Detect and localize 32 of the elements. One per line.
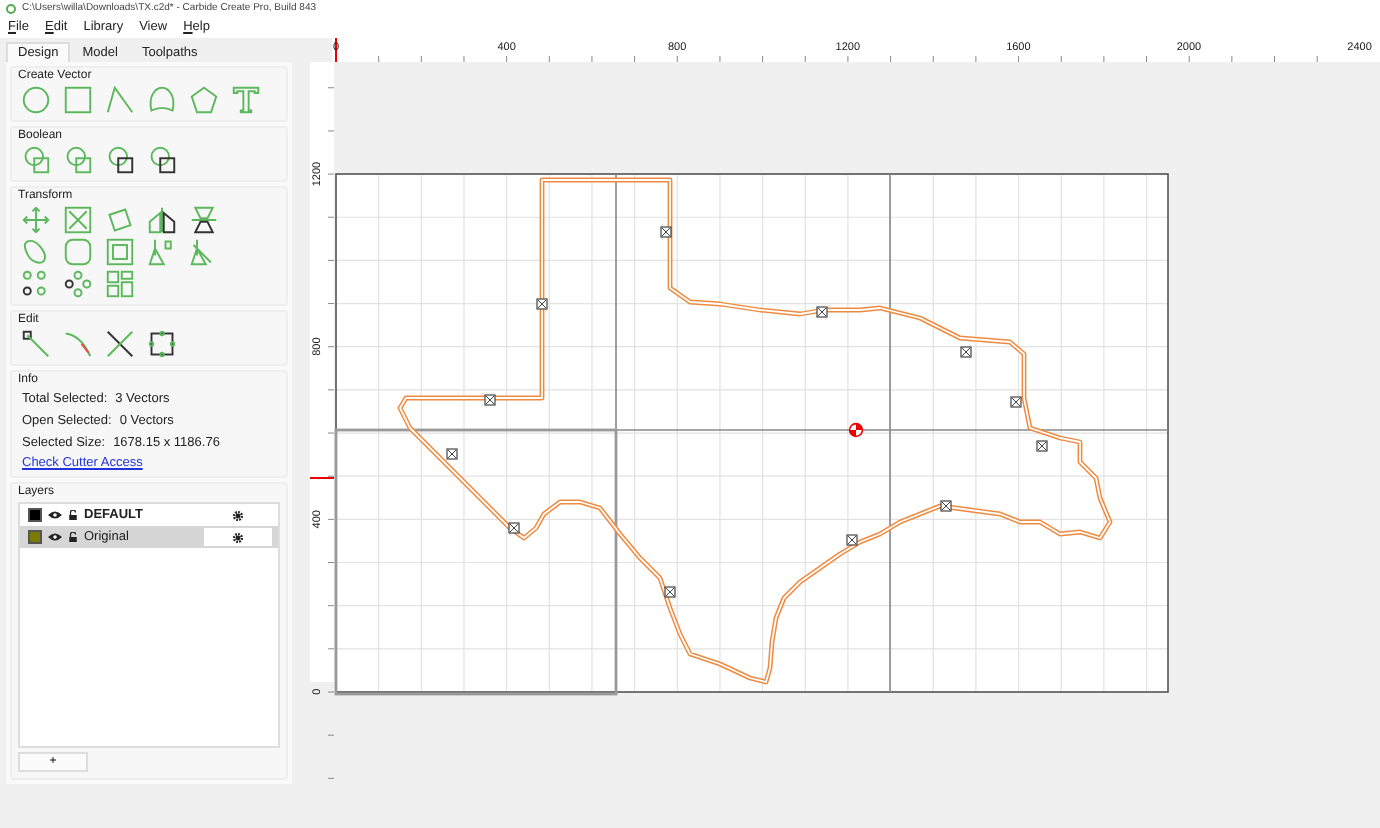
boolean-icon[interactable]: [106, 146, 134, 174]
boolean-icon[interactable]: [148, 146, 176, 174]
lock-icon[interactable]: [68, 510, 78, 520]
selection-handle-icon[interactable]: [664, 586, 676, 598]
trim-icon[interactable]: [64, 330, 92, 358]
app-logo-icon: [6, 3, 16, 13]
selection-handle-icon[interactable]: [960, 346, 972, 358]
selection-handle-icon[interactable]: [1036, 440, 1048, 452]
selection-handle-icon[interactable]: [846, 534, 858, 546]
layer-color-swatch[interactable]: [28, 508, 42, 522]
node-edit-icon[interactable]: [22, 330, 50, 358]
settings-button[interactable]: [204, 528, 272, 546]
selection-handle-icon[interactable]: [536, 298, 548, 310]
selection-handle-icon[interactable]: [508, 522, 520, 534]
eye-icon[interactable]: [48, 532, 62, 542]
center-marker-icon[interactable]: [848, 422, 864, 438]
eye-icon[interactable]: [48, 510, 62, 520]
selection-handle-icon[interactable]: [1010, 396, 1022, 408]
flip-icon[interactable]: [190, 206, 218, 234]
layer-color-swatch[interactable]: [28, 530, 42, 544]
lock-icon[interactable]: [68, 532, 78, 542]
box-nodes-icon[interactable]: [148, 330, 176, 358]
selection-handle-icon[interactable]: [940, 500, 952, 512]
selection-handle-icon[interactable]: [446, 448, 458, 460]
circle-array-icon[interactable]: [22, 270, 50, 298]
mirror-icon[interactable]: [148, 206, 176, 234]
scatter-circles-icon[interactable]: [64, 270, 92, 298]
cursor-marker: [309, 477, 335, 479]
selection-handle-icon[interactable]: [484, 394, 496, 406]
cut-lines-icon[interactable]: [106, 330, 134, 358]
selection-handle-icon[interactable]: [816, 306, 828, 318]
selection-handle-icon[interactable]: [660, 226, 672, 238]
